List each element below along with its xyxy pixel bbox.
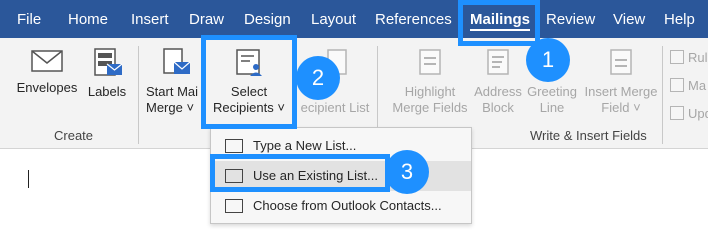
update-labels-icon [670,106,684,120]
start-mail-merge-icon [163,48,191,74]
write-insert-group-label: Write & Insert Fields [530,128,647,143]
group-separator [662,46,663,144]
rules-button[interactable]: Rul [670,50,708,65]
insert-merge-field-button[interactable]: Insert Merge Field ˅ [580,48,662,116]
chevron-down-icon: ˅ [633,100,641,115]
tab-file[interactable]: File [17,0,41,38]
group-separator [138,46,139,144]
update-labels-label: Upd [688,106,708,121]
chevron-down-icon: ˅ [186,100,195,115]
envelopes-button[interactable]: Envelopes [16,48,78,96]
greeting-label-1: Greeting [527,84,577,99]
edit-recipient-list-label: ecipient List [300,100,370,115]
insert-merge-field-icon [610,49,632,75]
tab-insert[interactable]: Insert [131,0,169,38]
rules-icon [670,50,684,64]
highlight-label-2: Merge Fields [392,100,468,115]
start-mail-merge-label-2: Merge [146,100,183,115]
highlight-label-1: Highlight [404,84,456,99]
tab-view[interactable]: View [613,0,645,38]
menu-item-outlook-contacts[interactable]: Choose from Outlook Contacts... [211,191,471,221]
outlook-contacts-icon [225,199,243,213]
greeting-label-2: Line [539,100,565,115]
step-badge-1: 1 [526,38,570,82]
rules-label: Rul [688,50,708,65]
menu-item-label: Type a New List... [253,138,357,153]
start-mail-merge-button[interactable]: Start Mai Merge ˅ [146,48,202,116]
insert-merge-label-2: Field [601,100,630,115]
highlight-box-existing-list [210,154,390,192]
envelope-icon [31,50,63,72]
tab-draw[interactable]: Draw [189,0,224,38]
highlight-merge-fields-button[interactable]: Highlight Merge Fields [388,48,472,116]
address-block-button[interactable]: Address Block [472,48,524,116]
create-group-label: Create [54,128,94,143]
menu-item-label: Choose from Outlook Contacts... [253,198,442,213]
address-label-1: Address [474,84,522,99]
tab-layout[interactable]: Layout [311,0,356,38]
start-mail-merge-label-1: Start Mai [146,84,199,99]
ribbon-tab-bar: File Home Insert Draw Design Layout Refe… [0,0,708,38]
update-labels-button[interactable]: Upd [670,106,708,121]
text-cursor [28,170,29,188]
envelopes-label: Envelopes [16,80,78,95]
tab-review[interactable]: Review [546,0,595,38]
match-fields-button[interactable]: Ma [670,78,706,93]
step-badge-2: 2 [296,56,340,100]
address-label-2: Block [482,100,514,115]
address-block-icon [487,49,509,75]
step-badge-3: 3 [385,150,429,194]
labels-label: Labels [87,84,127,99]
tab-references[interactable]: References [375,0,452,38]
tab-help[interactable]: Help [664,0,695,38]
new-list-icon [225,139,243,153]
insert-merge-label-1: Insert Merge [584,84,658,99]
match-fields-icon [670,78,684,92]
labels-button[interactable]: Labels [84,48,130,100]
labels-icon [94,48,123,76]
highlight-box-select-recipients [201,35,297,129]
highlight-box-mailings [458,0,540,46]
highlight-fields-icon [419,49,441,75]
match-fields-label: Ma [688,78,707,93]
tab-design[interactable]: Design [244,0,291,38]
tab-home[interactable]: Home [68,0,108,38]
